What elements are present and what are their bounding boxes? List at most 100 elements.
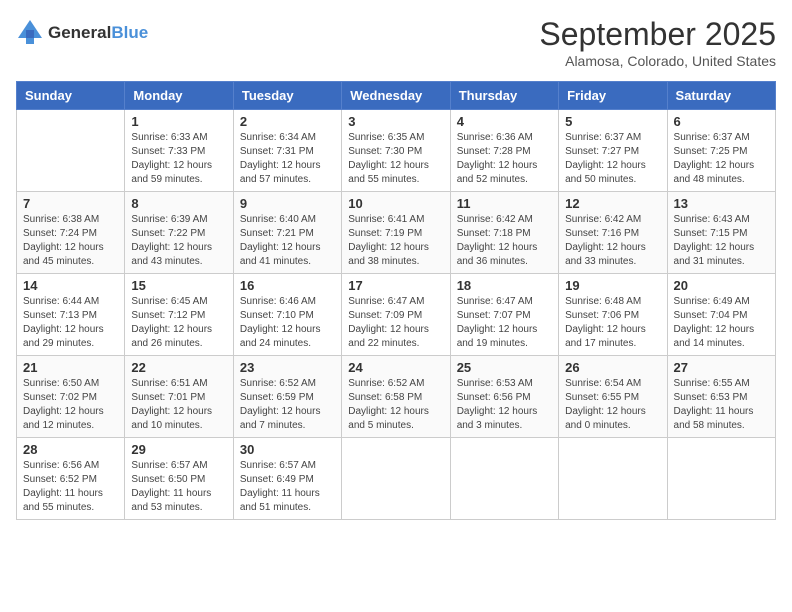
day-info: Sunrise: 6:35 AMSunset: 7:30 PMDaylight:… xyxy=(348,131,443,187)
calendar-cell: 22 Sunrise: 6:51 AMSunset: 7:01 PMDayligh… xyxy=(125,356,233,438)
calendar-cell: 15 Sunrise: 6:45 AMSunset: 7:12 PMDayligh… xyxy=(125,274,233,356)
calendar-cell: 30Sunrise: 6:57 AMSunset: 6:49 PMDayligh… xyxy=(233,438,341,520)
calendar-cell: 20 Sunrise: 6:49 AMSunset: 7:04 PMDayligh… xyxy=(667,274,775,356)
calendar-week-row: 21 Sunrise: 6:50 AMSunset: 7:02 PMDayligh… xyxy=(17,356,776,438)
day-info: Sunrise: 6:45 AMSunset: 7:12 PMDaylight:… xyxy=(131,295,226,351)
day-info: Sunrise: 6:42 AMSunset: 7:18 PMDaylight:… xyxy=(457,213,552,269)
day-number: 18 xyxy=(457,278,552,293)
calendar-cell xyxy=(17,110,125,192)
calendar-week-row: 28Sunrise: 6:56 AMSunset: 6:52 PMDayligh… xyxy=(17,438,776,520)
day-number: 3 xyxy=(348,114,443,129)
day-info: Sunrise: 6:48 AMSunset: 7:06 PMDaylight:… xyxy=(565,295,660,351)
day-number: 22 xyxy=(131,360,226,375)
day-number: 27 xyxy=(674,360,769,375)
calendar-cell: 10Sunrise: 6:41 AMSunset: 7:19 PMDayligh… xyxy=(342,192,450,274)
calendar-cell: 1 Sunrise: 6:33 AMSunset: 7:33 PMDaylight… xyxy=(125,110,233,192)
day-number: 26 xyxy=(565,360,660,375)
weekday-header-monday: Monday xyxy=(125,82,233,110)
calendar-cell xyxy=(667,438,775,520)
day-info: Sunrise: 6:36 AMSunset: 7:28 PMDaylight:… xyxy=(457,131,552,187)
weekday-header-thursday: Thursday xyxy=(450,82,558,110)
title-block: September 2025 Alamosa, Colorado, United… xyxy=(539,16,776,69)
day-info: Sunrise: 6:54 AMSunset: 6:55 PMDaylight:… xyxy=(565,377,660,433)
calendar-cell: 18 Sunrise: 6:47 AMSunset: 7:07 PMDayligh… xyxy=(450,274,558,356)
day-info: Sunrise: 6:34 AMSunset: 7:31 PMDaylight:… xyxy=(240,131,335,187)
calendar-cell: 24Sunrise: 6:52 AMSunset: 6:58 PMDayligh… xyxy=(342,356,450,438)
day-number: 25 xyxy=(457,360,552,375)
day-number: 30 xyxy=(240,442,335,457)
calendar-cell xyxy=(559,438,667,520)
calendar-cell: 16 Sunrise: 6:46 AMSunset: 7:10 PMDayligh… xyxy=(233,274,341,356)
day-info: Sunrise: 6:41 AMSunset: 7:19 PMDaylight:… xyxy=(348,213,443,269)
day-number: 21 xyxy=(23,360,118,375)
month-title: September 2025 xyxy=(539,16,776,53)
calendar-cell: 21 Sunrise: 6:50 AMSunset: 7:02 PMDayligh… xyxy=(17,356,125,438)
calendar-cell: 11 Sunrise: 6:42 AMSunset: 7:18 PMDayligh… xyxy=(450,192,558,274)
logo-text: GeneralBlue xyxy=(48,23,148,43)
calendar-cell: 19Sunrise: 6:48 AMSunset: 7:06 PMDayligh… xyxy=(559,274,667,356)
day-number: 5 xyxy=(565,114,660,129)
calendar-cell: 5 Sunrise: 6:37 AMSunset: 7:27 PMDaylight… xyxy=(559,110,667,192)
day-number: 11 xyxy=(457,196,552,211)
day-number: 16 xyxy=(240,278,335,293)
day-number: 20 xyxy=(674,278,769,293)
day-number: 13 xyxy=(674,196,769,211)
calendar-week-row: 7 Sunrise: 6:38 AMSunset: 7:24 PMDaylight… xyxy=(17,192,776,274)
day-number: 12 xyxy=(565,196,660,211)
day-number: 28 xyxy=(23,442,118,457)
day-info: Sunrise: 6:57 AMSunset: 6:50 PMDaylight:… xyxy=(131,459,226,515)
calendar-cell: 9Sunrise: 6:40 AMSunset: 7:21 PMDaylight… xyxy=(233,192,341,274)
calendar-cell: 4 Sunrise: 6:36 AMSunset: 7:28 PMDaylight… xyxy=(450,110,558,192)
day-info: Sunrise: 6:47 AMSunset: 7:07 PMDaylight:… xyxy=(457,295,552,351)
calendar-week-row: 1 Sunrise: 6:33 AMSunset: 7:33 PMDaylight… xyxy=(17,110,776,192)
day-number: 23 xyxy=(240,360,335,375)
day-number: 4 xyxy=(457,114,552,129)
calendar-cell: 8Sunrise: 6:39 AMSunset: 7:22 PMDaylight… xyxy=(125,192,233,274)
day-number: 7 xyxy=(23,196,118,211)
day-info: Sunrise: 6:50 AMSunset: 7:02 PMDaylight:… xyxy=(23,377,118,433)
calendar-cell: 29 Sunrise: 6:57 AMSunset: 6:50 PMDayligh… xyxy=(125,438,233,520)
calendar-cell xyxy=(450,438,558,520)
day-info: Sunrise: 6:55 AMSunset: 6:53 PMDaylight:… xyxy=(674,377,769,433)
day-number: 17 xyxy=(348,278,443,293)
calendar-cell: 23 Sunrise: 6:52 AMSunset: 6:59 PMDayligh… xyxy=(233,356,341,438)
day-info: Sunrise: 6:46 AMSunset: 7:10 PMDaylight:… xyxy=(240,295,335,351)
logo-icon xyxy=(16,16,44,49)
calendar-cell: 26 Sunrise: 6:54 AMSunset: 6:55 PMDayligh… xyxy=(559,356,667,438)
calendar-cell: 6 Sunrise: 6:37 AMSunset: 7:25 PMDaylight… xyxy=(667,110,775,192)
day-number: 6 xyxy=(674,114,769,129)
calendar-week-row: 14Sunrise: 6:44 AMSunset: 7:13 PMDayligh… xyxy=(17,274,776,356)
day-number: 14 xyxy=(23,278,118,293)
day-info: Sunrise: 6:38 AMSunset: 7:24 PMDaylight:… xyxy=(23,213,118,269)
page-header: GeneralBlue September 2025 Alamosa, Colo… xyxy=(16,16,776,69)
weekday-header-friday: Friday xyxy=(559,82,667,110)
calendar-cell: 13 Sunrise: 6:43 AMSunset: 7:15 PMDayligh… xyxy=(667,192,775,274)
weekday-header-saturday: Saturday xyxy=(667,82,775,110)
day-info: Sunrise: 6:37 AMSunset: 7:27 PMDaylight:… xyxy=(565,131,660,187)
day-number: 15 xyxy=(131,278,226,293)
day-info: Sunrise: 6:53 AMSunset: 6:56 PMDaylight:… xyxy=(457,377,552,433)
calendar-cell: 17 Sunrise: 6:47 AMSunset: 7:09 PMDayligh… xyxy=(342,274,450,356)
calendar-cell: 14Sunrise: 6:44 AMSunset: 7:13 PMDayligh… xyxy=(17,274,125,356)
location-subtitle: Alamosa, Colorado, United States xyxy=(539,53,776,69)
day-info: Sunrise: 6:42 AMSunset: 7:16 PMDaylight:… xyxy=(565,213,660,269)
day-info: Sunrise: 6:49 AMSunset: 7:04 PMDaylight:… xyxy=(674,295,769,351)
day-info: Sunrise: 6:52 AMSunset: 6:59 PMDaylight:… xyxy=(240,377,335,433)
weekday-header-sunday: Sunday xyxy=(17,82,125,110)
day-info: Sunrise: 6:37 AMSunset: 7:25 PMDaylight:… xyxy=(674,131,769,187)
day-info: Sunrise: 6:43 AMSunset: 7:15 PMDaylight:… xyxy=(674,213,769,269)
day-info: Sunrise: 6:39 AMSunset: 7:22 PMDaylight:… xyxy=(131,213,226,269)
day-number: 1 xyxy=(131,114,226,129)
calendar-cell: 25 Sunrise: 6:53 AMSunset: 6:56 PMDayligh… xyxy=(450,356,558,438)
calendar-cell: 7 Sunrise: 6:38 AMSunset: 7:24 PMDaylight… xyxy=(17,192,125,274)
calendar-header-row: SundayMondayTuesdayWednesdayThursdayFrid… xyxy=(17,82,776,110)
calendar-cell: 27 Sunrise: 6:55 AMSunset: 6:53 PMDayligh… xyxy=(667,356,775,438)
day-info: Sunrise: 6:33 AMSunset: 7:33 PMDaylight:… xyxy=(131,131,226,187)
calendar-cell xyxy=(342,438,450,520)
day-number: 29 xyxy=(131,442,226,457)
logo: GeneralBlue xyxy=(16,16,148,49)
day-number: 2 xyxy=(240,114,335,129)
calendar-table: SundayMondayTuesdayWednesdayThursdayFrid… xyxy=(16,81,776,520)
day-info: Sunrise: 6:51 AMSunset: 7:01 PMDaylight:… xyxy=(131,377,226,433)
day-info: Sunrise: 6:47 AMSunset: 7:09 PMDaylight:… xyxy=(348,295,443,351)
